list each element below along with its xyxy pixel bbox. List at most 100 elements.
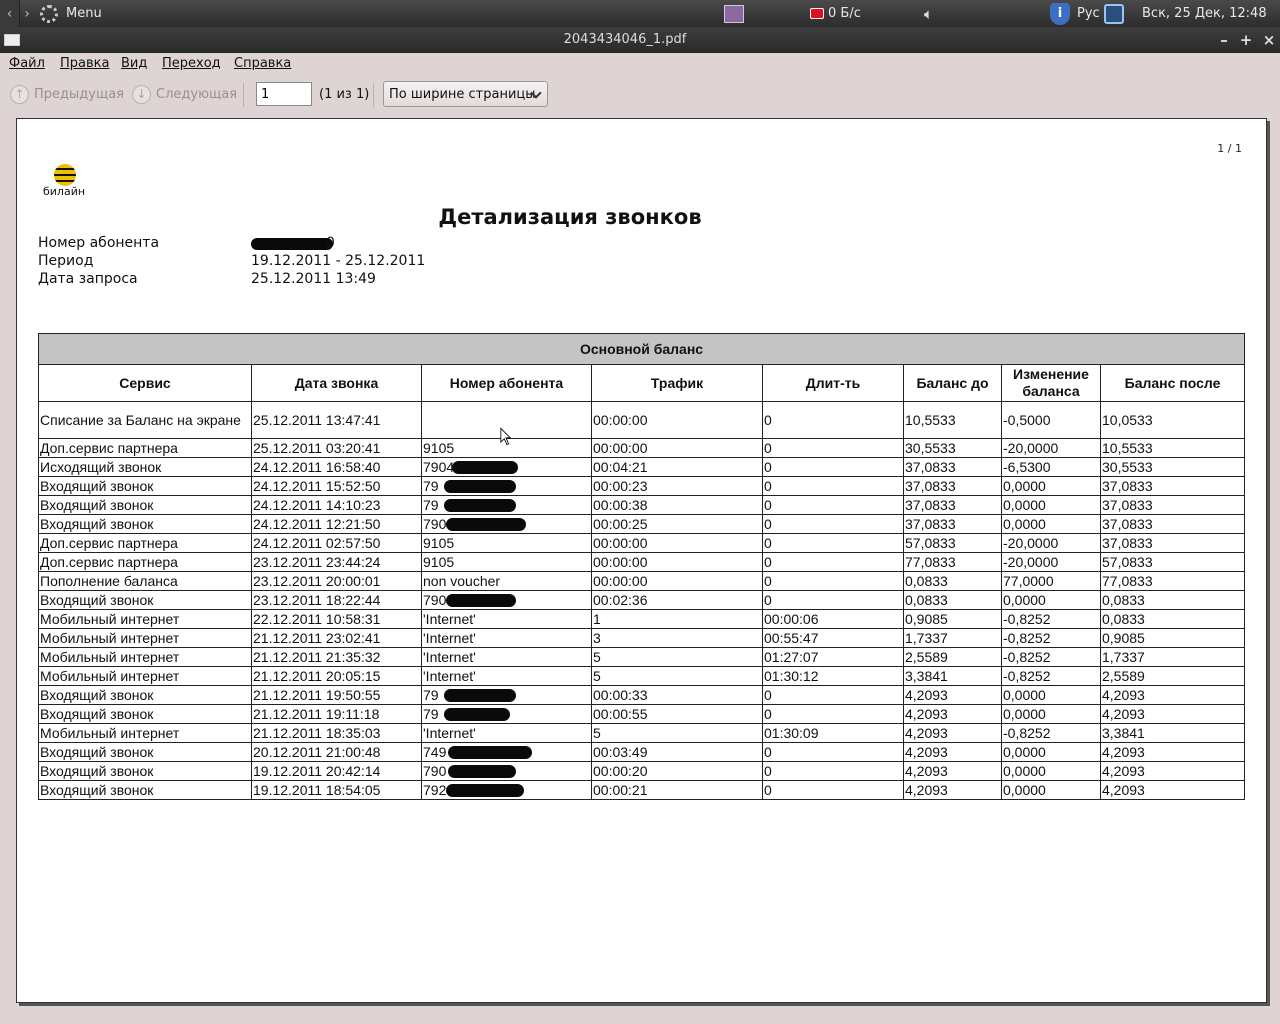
table-row: Входящий звонок 19.12.2011 18:54:05 792 00:…: [38, 780, 1246, 800]
maximize-icon[interactable]: +: [1236, 27, 1256, 53]
menu-view[interactable]: Вид: [121, 56, 147, 71]
table-row: Входящий звонок 24.12.2011 12:21:50 790 00:…: [38, 514, 1246, 534]
main-menu-label: Menu: [66, 6, 102, 21]
table-cell: 25.12.2011 13:47:41: [251, 401, 422, 439]
table-cell: 'Internet': [421, 609, 592, 629]
minimize-icon[interactable]: –: [1214, 27, 1234, 53]
table-row: Мобильный интернет 21.12.2011 18:35:03 'In…: [38, 723, 1246, 743]
table-cell-text: 79: [423, 496, 439, 513]
table-row: Мобильный интернет 21.12.2011 21:35:32 'In…: [38, 647, 1246, 667]
table-row: Входящий звонок 21.12.2011 19:11:18 79 00:0…: [38, 704, 1246, 724]
table-row: Входящий звонок 23.12.2011 18:22:44 790 00:…: [38, 590, 1246, 610]
table-cell: 00:04:21: [591, 457, 763, 477]
table-cell: 77,0833: [903, 552, 1002, 572]
table-cell-text: 79: [423, 686, 439, 703]
table-cell: 0: [762, 514, 904, 534]
menu-edit[interactable]: Правка: [60, 56, 109, 71]
table-row: Входящий звонок 24.12.2011 15:52:50 79 00:0…: [38, 476, 1246, 496]
zoom-select[interactable]: По ширине страницы: [383, 81, 548, 107]
main-menu-button[interactable]: Menu: [40, 0, 102, 27]
table-cell: 0: [762, 780, 904, 800]
table-cell: 00:00:00: [591, 552, 763, 572]
table-cell: 23.12.2011 18:22:44: [251, 590, 422, 610]
arrow-down-icon: ↓: [132, 84, 151, 104]
table-row: Входящий звонок 20.12.2011 21:00:48 749 00:…: [38, 742, 1246, 762]
toolbar: ↑ Предыдущая ↓ Следующая (1 из 1) По шир…: [0, 75, 1280, 113]
column-header: Дата звонка: [251, 364, 422, 402]
table-cell: 00:00:00: [591, 533, 763, 553]
clock[interactable]: Вск, 25 Дек, 12:48: [1142, 0, 1267, 27]
menu-go[interactable]: Переход: [162, 56, 221, 71]
table-cell: Списание за Баланс на экране: [38, 401, 252, 439]
table-cell: Входящий звонок: [38, 780, 252, 800]
table-cell: 'Internet': [421, 647, 592, 667]
table-header-row: Сервис Дата звонка Номер абонента Трафик Дли…: [38, 364, 1246, 402]
table-cell: 00:00:25: [591, 514, 763, 534]
menu-help[interactable]: Справка: [234, 56, 291, 71]
table-cell: 0,0833: [903, 571, 1002, 591]
table-cell: 3,3841: [1099, 723, 1246, 743]
system-monitor-icon[interactable]: [724, 0, 746, 27]
table-cell: 0: [762, 476, 904, 496]
column-header: Сервис: [38, 364, 252, 402]
table-cell: 21.12.2011 21:35:32: [251, 647, 422, 667]
panel-scroll-right-icon[interactable]: ›: [20, 0, 34, 27]
document-viewport[interactable]: 1 / 1 билайн Детализация звонков Номер а…: [0, 113, 1280, 1024]
update-shield-icon[interactable]: i: [1050, 0, 1070, 27]
table-cell: 4,2093: [903, 723, 1002, 743]
table-cell: -0,8252: [1001, 647, 1101, 667]
user-account-icon[interactable]: [1104, 0, 1126, 27]
table-cell: 1: [591, 609, 763, 629]
table-cell: 23.12.2011 20:00:01: [251, 571, 422, 591]
column-header: Длит-ть: [762, 364, 904, 402]
table-cell: 0,0000: [1001, 704, 1101, 724]
page-number-input[interactable]: [256, 82, 312, 106]
table-cell: 24.12.2011 14:10:23: [251, 495, 422, 515]
table-cell: 57,0833: [903, 533, 1002, 553]
table-cell: 00:00:00: [591, 571, 763, 591]
arrow-up-icon: ↑: [10, 84, 29, 104]
table-cell: Входящий звонок: [38, 704, 252, 724]
next-page-button[interactable]: ↓ Следующая: [132, 83, 237, 105]
table-cell: 0,9085: [903, 609, 1002, 629]
table-cell: 4,2093: [903, 704, 1002, 724]
table-cell: 00:00:00: [591, 438, 763, 458]
table-cell: 0,0000: [1001, 761, 1101, 781]
table-cell: 77,0833: [1099, 571, 1246, 591]
table-cell: 00:00:33: [591, 685, 763, 705]
table-cell: 3,3841: [903, 666, 1002, 686]
menubar: Файл Правка Вид Переход Справка: [0, 53, 1280, 75]
redaction-mark: [444, 499, 516, 512]
table-cell-text: 790: [423, 762, 447, 779]
volume-icon[interactable]: 🔈︎: [924, 0, 933, 27]
keyboard-layout-indicator[interactable]: Рус: [1077, 0, 1100, 27]
close-icon[interactable]: ×: [1259, 27, 1279, 53]
table-row: Пополнение баланса 23.12.2011 20:00:01 non…: [38, 571, 1246, 591]
table-cell: -6,5300: [1001, 457, 1101, 477]
network-speed-indicator[interactable]: 0 Б/с: [810, 0, 861, 27]
table-cell: Входящий звонок: [38, 476, 252, 496]
table-cell: Входящий звонок: [38, 514, 252, 534]
table-cell: 790: [421, 761, 592, 781]
logo-text: билайн: [43, 185, 86, 198]
table-cell: 24.12.2011 02:57:50: [251, 533, 422, 553]
window-titlebar[interactable]: 2043434046_1.pdf – + ×: [0, 27, 1280, 53]
table-cell-text: 790: [423, 515, 447, 532]
column-header: Баланс после: [1099, 364, 1246, 402]
table-cell: Входящий звонок: [38, 590, 252, 610]
panel-scroll-left-icon[interactable]: ‹: [0, 0, 20, 27]
table-cell: 22.12.2011 10:58:31: [251, 609, 422, 629]
table-cell: Мобильный интернет: [38, 609, 252, 629]
previous-page-button[interactable]: ↑ Предыдущая: [10, 83, 124, 105]
table-cell: 5: [591, 647, 763, 667]
table-cell: 0,0000: [1001, 685, 1101, 705]
menu-file[interactable]: Файл: [9, 56, 45, 71]
table-cell: 37,0833: [1099, 514, 1246, 534]
table-cell: Входящий звонок: [38, 742, 252, 762]
page-number-label: 1 / 1: [1217, 142, 1242, 155]
table-cell: 4,2093: [903, 685, 1002, 705]
table-cell: 5: [591, 723, 763, 743]
table-cell: 37,0833: [903, 514, 1002, 534]
table-row: Мобильный интернет 21.12.2011 20:05:15 'In…: [38, 666, 1246, 686]
table-cell: 37,0833: [903, 457, 1002, 477]
